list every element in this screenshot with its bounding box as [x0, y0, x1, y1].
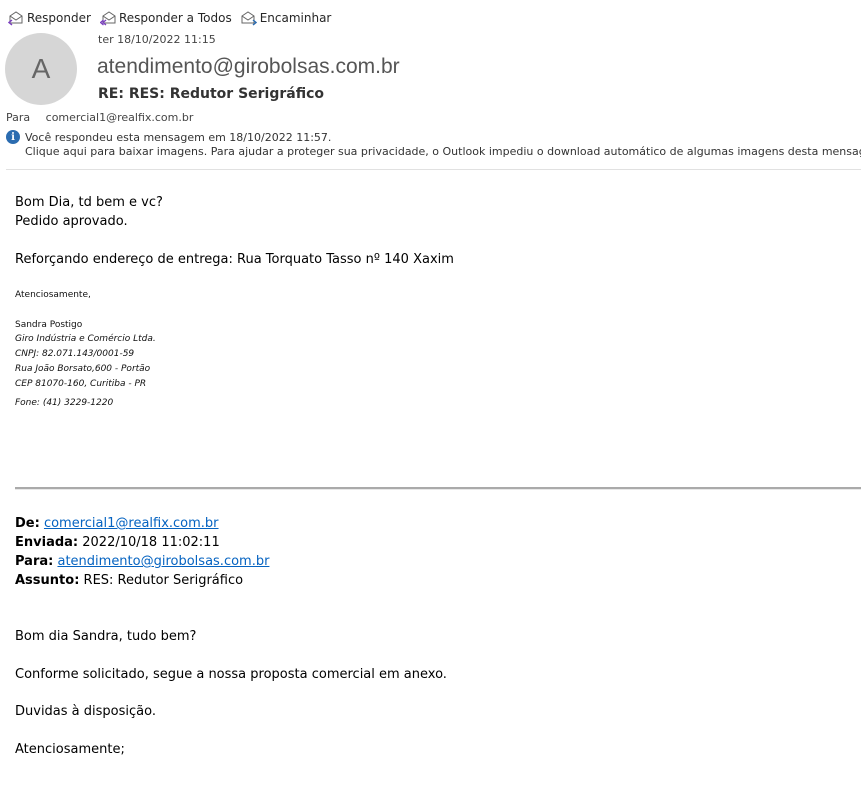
body-line-greeting: Bom Dia, td bem e vc?	[15, 195, 163, 210]
forward-button[interactable]: Encaminhar	[241, 10, 332, 26]
signature-phone: Fone: (41) 3229-1220	[15, 398, 114, 408]
reply-all-button[interactable]: Responder a Todos	[99, 10, 232, 26]
body-line-approved: Pedido aprovado.	[15, 214, 128, 229]
quoted-to-link[interactable]: atendimento@girobolsas.com.br	[57, 554, 269, 569]
info-icon: i	[6, 130, 20, 144]
quoted-line-greeting: Bom dia Sandra, tudo bem?	[15, 629, 197, 644]
to-recipient[interactable]: comercial1@realfix.com.br	[46, 111, 194, 124]
quoted-from-label: De:	[15, 516, 40, 531]
quoted-subject-label: Assunto:	[15, 573, 80, 588]
message-toolbar: Responder Responder a Todos Encaminhar	[8, 10, 340, 26]
forward-icon	[241, 11, 257, 26]
sender-address[interactable]: atendimento@girobolsas.com.br	[97, 55, 400, 79]
quoted-line-proposal: Conforme solicitado, segue a nossa propo…	[15, 667, 447, 682]
quoted-subject-value: RES: Redutor Serigráfico	[83, 573, 244, 588]
signature-name: Sandra Postigo	[15, 320, 83, 330]
recipient-row: Para comercial1@realfix.com.br	[6, 111, 193, 124]
message-date: ter 18/10/2022 11:15	[98, 33, 216, 46]
quoted-line-closing: Atenciosamente;	[15, 742, 125, 757]
avatar-initial: A	[31, 53, 51, 84]
quoted-sent: Enviada: 2022/10/18 11:02:11	[15, 535, 220, 550]
sender-avatar: A	[5, 33, 77, 105]
signature-greeting: Atenciosamente,	[15, 290, 91, 300]
replied-notice: Você respondeu esta mensagem em 18/10/20…	[25, 131, 332, 144]
to-label: Para	[6, 111, 31, 124]
body-line-address: Reforçando endereço de entrega: Rua Torq…	[15, 252, 454, 267]
signature-address: Rua João Borsato,600 - Portão	[15, 364, 151, 374]
signature-cep: CEP 81070-160, Curitiba - PR	[15, 379, 147, 389]
reply-icon	[8, 11, 23, 26]
quote-divider	[15, 487, 861, 490]
message-subject: RE: RES: Redutor Serigráfico	[98, 86, 325, 102]
header-divider	[6, 169, 861, 170]
reply-all-icon	[99, 11, 116, 26]
signature-cnpj: CNPJ: 82.071.143/0001-59	[15, 349, 135, 359]
forward-label: Encaminhar	[259, 11, 332, 25]
quoted-from: De: comercial1@realfix.com.br	[15, 516, 219, 531]
quoted-line-questions: Duvidas à disposição.	[15, 704, 156, 719]
reply-label: Responder	[27, 11, 91, 25]
quoted-sent-value: 2022/10/18 11:02:11	[82, 535, 220, 550]
quoted-sent-label: Enviada:	[15, 535, 79, 550]
download-images-link[interactable]: Clique aqui para baixar imagens. Para aj…	[25, 145, 861, 159]
quoted-subject: Assunto: RES: Redutor Serigráfico	[15, 573, 243, 588]
reply-button[interactable]: Responder	[8, 10, 91, 26]
reply-all-label: Responder a Todos	[118, 11, 232, 25]
quoted-from-link[interactable]: comercial1@realfix.com.br	[44, 516, 219, 531]
signature-company: Giro Indústria e Comércio Ltda.	[15, 334, 156, 344]
quoted-to: Para: atendimento@girobolsas.com.br	[15, 554, 269, 569]
quoted-to-label: Para:	[15, 554, 54, 569]
